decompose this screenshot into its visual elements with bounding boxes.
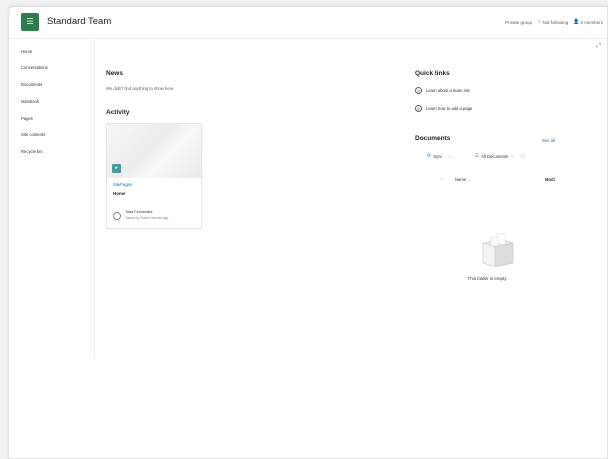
column-header-name[interactable]: Name ⌄ xyxy=(455,177,471,182)
expand-icon[interactable]: ⤢ xyxy=(596,43,601,50)
group-type-label: Private group xyxy=(505,20,532,25)
news-empty-text: We didn't find anything to show here. xyxy=(106,86,175,91)
activity-card[interactable]: ▸ SitePages Home Todd Fernandes Viewed b… xyxy=(106,123,202,229)
header-actions: Private group ☆ Not following 👤 2 member… xyxy=(505,19,603,25)
info-icon: ⓘ xyxy=(520,153,526,160)
nav-item-notebook[interactable]: Notebook xyxy=(21,99,39,104)
members-button[interactable]: 👤 2 members xyxy=(573,19,603,25)
globe-icon: ◎ xyxy=(415,87,422,94)
info-button[interactable]: ⓘ xyxy=(520,153,525,160)
page-icon: ▸ xyxy=(112,164,121,173)
site-header: ☰ Standard Team Private group ☆ Not foll… xyxy=(9,7,607,39)
members-label: 2 members xyxy=(580,19,603,25)
globe-icon: ◎ xyxy=(415,105,422,112)
nav-item-recycle-bin[interactable]: Recycle bin xyxy=(21,149,43,154)
sharepoint-window: ☰ Standard Team Private group ☆ Not foll… xyxy=(8,6,608,459)
view-label: All Documents xyxy=(481,153,509,159)
nav-item-home[interactable]: Home xyxy=(21,49,32,54)
nav-item-pages[interactable]: Pages xyxy=(21,116,33,121)
nav-item-documents[interactable]: Documents xyxy=(21,82,42,87)
star-icon: ☆ xyxy=(537,19,542,25)
person-icon: 👤 xyxy=(573,19,580,25)
see-all-link[interactable]: See all xyxy=(542,138,555,143)
more-button[interactable]: ... xyxy=(449,153,453,159)
column-header-modified[interactable]: Modi xyxy=(545,177,555,182)
empty-folder-text: This folder is empty xyxy=(467,276,507,281)
follow-label: Not following xyxy=(542,19,569,25)
nav-item-site-contents[interactable]: Site contents xyxy=(21,132,45,137)
sync-icon: ⟳ xyxy=(427,153,432,159)
chevron-down-icon: ⌄ xyxy=(510,153,515,159)
chevron-down-icon: ⌄ xyxy=(467,177,471,182)
card-author: Todd Fernandes xyxy=(125,210,153,214)
quick-link-add-page[interactable]: ◎ Learn how to add a page xyxy=(415,105,472,112)
more-label: ... xyxy=(448,153,453,159)
view-selector[interactable]: ☰ All Documents ⌄ xyxy=(475,153,515,159)
site-title[interactable]: Standard Team xyxy=(47,16,111,27)
quick-link-label: Learn how to add a page xyxy=(426,106,473,111)
documents-title: Documents xyxy=(415,135,451,142)
follow-button[interactable]: ☆ Not following xyxy=(537,19,568,25)
documents-toolbar: ⟳ Sync ... ☰ All Documents ⌄ ⓘ xyxy=(417,150,561,162)
filter-icon: ☰ xyxy=(474,153,480,159)
site-logo[interactable]: ☰ xyxy=(21,13,39,31)
empty-folder-illustration xyxy=(482,233,514,267)
card-meta: Viewed by Todd a minutes ago xyxy=(125,216,169,220)
avatar xyxy=(113,212,121,220)
quick-link-label: Learn about a team site xyxy=(426,88,470,93)
group-type-text: Private group xyxy=(505,19,532,25)
file-type-column-icon[interactable]: 🗋 xyxy=(440,177,443,184)
card-title[interactable]: Home xyxy=(113,191,126,196)
column-name-label: Name xyxy=(455,177,467,182)
left-navigation: Home Conversations Documents Notebook Pa… xyxy=(9,39,95,359)
card-thumbnail xyxy=(107,124,201,178)
sync-label: Sync xyxy=(433,153,443,159)
quick-link-team-site[interactable]: ◎ Learn about a team site xyxy=(415,87,470,94)
card-location-link[interactable]: SitePages xyxy=(113,182,132,187)
quick-links-title: Quick links xyxy=(415,70,450,77)
nav-item-conversations[interactable]: Conversations xyxy=(21,65,48,70)
activity-title: Activity xyxy=(106,109,130,116)
news-title: News xyxy=(106,70,123,77)
sync-button[interactable]: ⟳ Sync xyxy=(427,153,443,159)
